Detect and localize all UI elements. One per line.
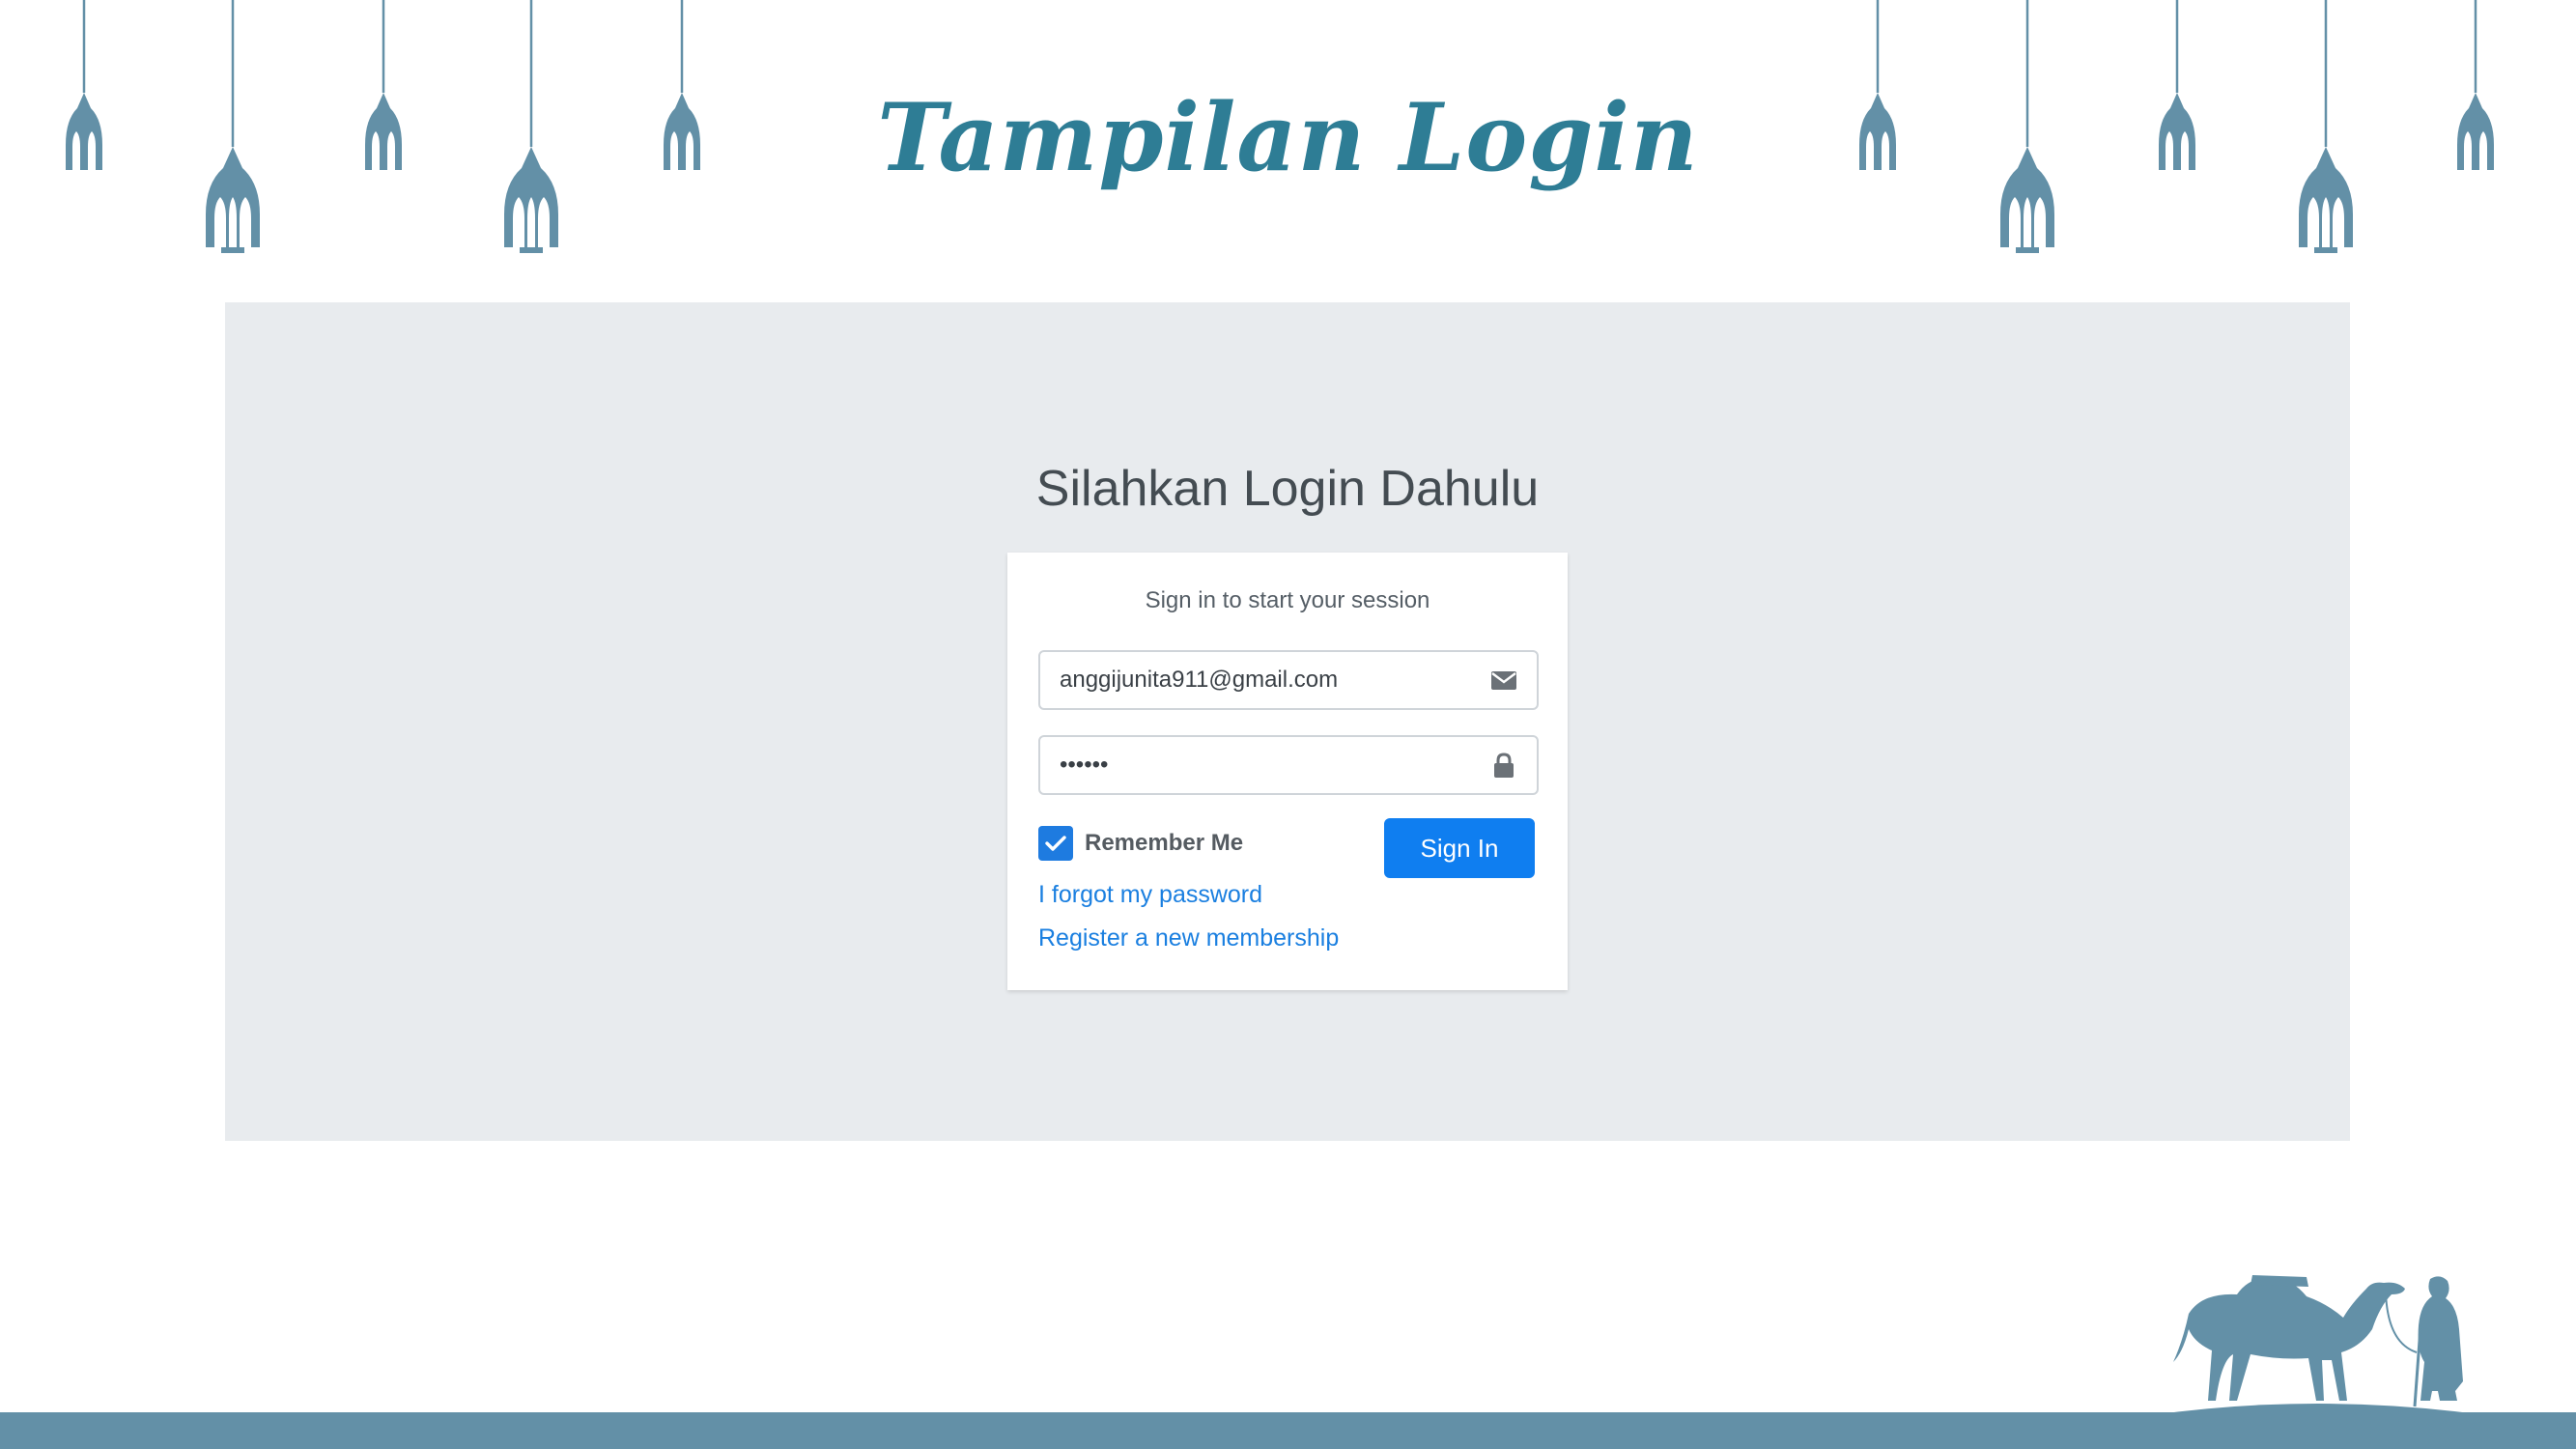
password-input[interactable] xyxy=(1040,737,1485,793)
slide-title: Tampilan Login xyxy=(877,83,1699,192)
camel-silhouette-icon xyxy=(2144,1246,2492,1424)
checkmark-icon xyxy=(1045,836,1066,851)
presentation-slide: Tampilan Login Silahkan Login Dahulu Sig… xyxy=(0,0,2576,1449)
forgot-password-link[interactable]: I forgot my password xyxy=(1038,881,1262,909)
login-box: Sign in to start your session anggijunit… xyxy=(1007,553,1568,990)
login-page-screenshot: Silahkan Login Dahulu Sign in to start y… xyxy=(225,302,2350,1141)
sign-in-button[interactable]: Sign In xyxy=(1384,818,1535,878)
envelope-icon xyxy=(1491,671,1516,690)
login-page-heading: Silahkan Login Dahulu xyxy=(1035,461,1540,517)
email-input[interactable] xyxy=(1040,652,1485,708)
register-membership-link[interactable]: Register a new membership xyxy=(1038,924,1339,952)
bottom-bar xyxy=(0,1412,2576,1449)
login-box-message: Sign in to start your session xyxy=(1145,587,1430,613)
lock-icon xyxy=(1494,753,1514,778)
password-field[interactable] xyxy=(1038,735,1539,795)
remember-me-label: Remember Me xyxy=(1085,830,1244,856)
remember-me-row: Remember Me xyxy=(1038,826,1243,861)
remember-me-checkbox[interactable] xyxy=(1038,826,1073,861)
email-field[interactable] xyxy=(1038,650,1539,710)
